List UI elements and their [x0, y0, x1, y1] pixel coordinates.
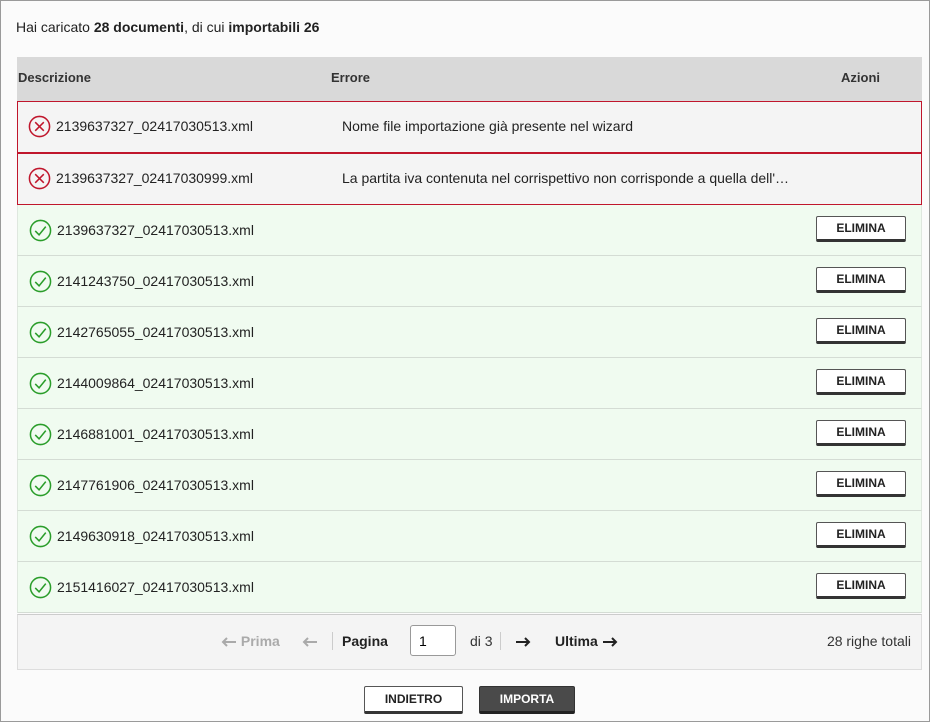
table-row: 2149630918_02417030513.xml ELIMINA — [17, 511, 922, 562]
row-filename: 2147761906_02417030513.xml — [57, 477, 254, 493]
delete-button[interactable]: ELIMINA — [816, 573, 906, 599]
arrow-left-icon — [221, 637, 236, 648]
row-filename: 2142765055_02417030513.xml — [57, 324, 254, 340]
summary-docs-count: 28 documenti — [93, 19, 185, 35]
check-circle-icon — [29, 372, 52, 395]
import-summary: Hai caricato 28 documenti, di cui import… — [16, 19, 319, 35]
arrow-right-icon — [516, 637, 531, 648]
divider — [500, 632, 501, 650]
table-row: 2142765055_02417030513.xml ELIMINA — [17, 307, 922, 358]
check-circle-icon — [29, 474, 52, 497]
delete-button[interactable]: ELIMINA — [816, 471, 906, 497]
x-circle-icon — [28, 167, 51, 190]
table-row: 2139637327_02417030999.xml La partita iva… — [17, 153, 922, 205]
arrow-right-icon — [602, 637, 618, 648]
delete-button[interactable]: ELIMINA — [816, 420, 906, 446]
back-button[interactable]: INDIETRO — [364, 686, 463, 714]
summary-middle: , di cui — [184, 19, 229, 35]
table-row: 2146881001_02417030513.xml ELIMINA — [17, 409, 922, 460]
table-body: 2139637327_02417030513.xml Nome file impo… — [17, 101, 922, 613]
page-label: Pagina — [342, 633, 388, 649]
column-header-error: Errore — [331, 70, 371, 85]
row-error-message: Nome file importazione già presente nel … — [342, 118, 634, 134]
row-error-message: La partita iva contenuta nel corrispetti… — [342, 170, 790, 186]
delete-button[interactable]: ELIMINA — [816, 216, 906, 242]
first-page-label: Prima — [240, 633, 280, 649]
table-row: 2151416027_02417030513.xml ELIMINA — [17, 562, 922, 613]
row-filename: 2139637327_02417030513.xml — [57, 222, 254, 238]
delete-button[interactable]: ELIMINA — [816, 369, 906, 395]
total-rows-count: 28 righe totali — [826, 633, 911, 649]
check-circle-icon — [29, 219, 52, 242]
check-circle-icon — [29, 525, 52, 548]
pagination: Prima Pagina di 3 Ultima 28 righe totali — [17, 614, 922, 670]
row-filename: 2151416027_02417030513.xml — [57, 579, 254, 595]
column-header-actions: Azioni — [841, 70, 880, 85]
last-page-link[interactable]: Ultima — [555, 633, 618, 649]
row-filename: 2139637327_02417030513.xml — [56, 118, 253, 134]
table-row: 2147761906_02417030513.xml ELIMINA — [17, 460, 922, 511]
table-row: 2139637327_02417030513.xml Nome file impo… — [17, 101, 922, 153]
check-circle-icon — [29, 423, 52, 446]
table-header: Descrizione Errore Azioni — [17, 57, 922, 101]
table-row: 2141243750_02417030513.xml ELIMINA — [17, 256, 922, 307]
row-filename: 2146881001_02417030513.xml — [57, 426, 254, 442]
page-total-label: di 3 — [470, 633, 493, 649]
prev-page-link[interactable] — [302, 633, 318, 649]
check-circle-icon — [29, 270, 52, 293]
delete-button[interactable]: ELIMINA — [816, 267, 906, 293]
row-filename: 2149630918_02417030513.xml — [57, 528, 254, 544]
last-page-label: Ultima — [555, 633, 598, 649]
table-row: 2144009864_02417030513.xml ELIMINA — [17, 358, 922, 409]
summary-importable-count: importabili 26 — [228, 19, 320, 35]
delete-button[interactable]: ELIMINA — [816, 522, 906, 548]
delete-button[interactable]: ELIMINA — [816, 318, 906, 344]
arrow-left-icon — [302, 637, 317, 648]
divider — [332, 632, 333, 650]
check-circle-icon — [29, 321, 52, 344]
row-filename: 2144009864_02417030513.xml — [57, 375, 254, 391]
column-header-description: Descrizione — [18, 70, 91, 85]
x-circle-icon — [28, 115, 51, 138]
row-filename: 2139637327_02417030999.xml — [56, 170, 253, 186]
summary-prefix: Hai caricato — [16, 19, 94, 35]
table-row: 2139637327_02417030513.xml ELIMINA — [17, 205, 922, 256]
next-page-link[interactable] — [515, 633, 531, 649]
import-button[interactable]: IMPORTA — [479, 686, 575, 714]
first-page-link[interactable]: Prima — [221, 633, 280, 649]
row-filename: 2141243750_02417030513.xml — [57, 273, 254, 289]
page-number-input[interactable] — [410, 625, 456, 656]
check-circle-icon — [29, 576, 52, 599]
documents-table: Descrizione Errore Azioni 2139637327_024… — [17, 57, 922, 613]
